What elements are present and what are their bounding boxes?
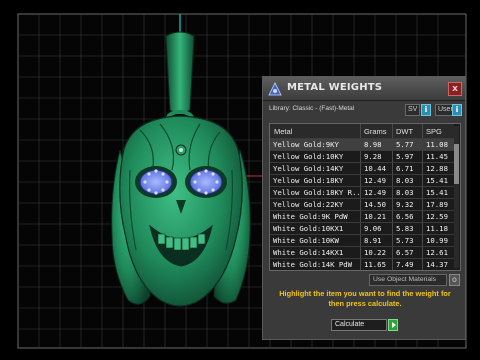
metal-cell: Yellow Gold:18KY R... [273, 188, 359, 197]
grams-cell: 10.44 [364, 164, 386, 173]
use-object-materials-toggle[interactable]: o [449, 274, 460, 286]
sv-toggle[interactable]: i [421, 104, 431, 116]
grams-cell: 12.49 [364, 188, 386, 197]
spg-cell: 12.61 [426, 248, 448, 257]
sv-toggle-label: SV [405, 104, 421, 116]
use-object-materials-label: Use Object Materials [369, 274, 447, 286]
column-header-grams[interactable]: Grams [364, 127, 387, 136]
metal-cell: Yellow Gold:14KY [273, 164, 344, 173]
dwt-cell: 5.97 [396, 152, 414, 161]
table-row[interactable]: Yellow Gold:9KY 8.98 5.77 11.08 [270, 138, 454, 150]
dwt-cell: 5.83 [396, 224, 414, 233]
metal-cell: White Gold:10KX1 [273, 224, 344, 233]
metal-cell: Yellow Gold:22KY [273, 200, 344, 209]
table-row[interactable]: White Gold:10KW 8.91 5.73 10.99 [270, 234, 454, 246]
grams-cell: 9.06 [364, 224, 382, 233]
scrollbar-thumb[interactable] [454, 144, 459, 184]
table-header: Metal Grams DWT SPG [270, 124, 454, 138]
table-row[interactable]: White Gold:14K PdW 11.65 7.49 14.37 [270, 258, 454, 270]
user-toggle[interactable]: i [452, 104, 462, 116]
grams-cell: 9.28 [364, 152, 382, 161]
panel-title-bar[interactable]: METAL WEIGHTS x [263, 77, 465, 101]
spg-cell: 12.59 [426, 212, 448, 221]
table-scrollbar[interactable] [454, 126, 459, 268]
spg-cell: 17.89 [426, 200, 448, 209]
close-button[interactable]: x [448, 82, 462, 96]
dwt-cell: 5.73 [396, 236, 414, 245]
panel-title: METAL WEIGHTS [287, 82, 383, 93]
grams-cell: 12.49 [364, 176, 386, 185]
dwt-cell: 6.71 [396, 164, 414, 173]
spg-cell: 12.88 [426, 164, 448, 173]
spg-cell: 15.41 [426, 176, 448, 185]
spg-cell: 11.18 [426, 224, 448, 233]
table-row[interactable]: White Gold:14KX1 10.22 6.57 12.61 [270, 246, 454, 258]
metal-cell: Yellow Gold:9KY [273, 140, 339, 149]
table-row[interactable]: White Gold:9K PdW 10.21 6.56 12.59 [270, 210, 454, 222]
metal-weights-icon [268, 82, 282, 96]
metal-weights-panel[interactable]: METAL WEIGHTS x Library: Classic - (Fast… [262, 76, 466, 340]
grams-cell: 11.65 [364, 260, 386, 269]
metal-cell: Yellow Gold:18KY [273, 176, 344, 185]
dwt-cell: 9.32 [396, 200, 414, 209]
spg-cell: 11.45 [426, 152, 448, 161]
dwt-cell: 8.03 [396, 188, 414, 197]
library-row: Library: Classic - (Fast)-Metal SV i Use… [269, 104, 462, 118]
spg-cell: 14.37 [426, 260, 448, 269]
instruction-text: Highlight the item you want to find the … [279, 289, 451, 308]
grams-cell: 10.21 [364, 212, 386, 221]
column-header-metal[interactable]: Metal [274, 127, 292, 136]
dwt-cell: 7.49 [396, 260, 414, 269]
table-row[interactable]: Yellow Gold:18KY R... 12.49 8.03 15.41 [270, 186, 454, 198]
column-header-spg[interactable]: SPG [426, 127, 442, 136]
dwt-cell: 6.57 [396, 248, 414, 257]
column-header-dwt[interactable]: DWT [396, 127, 413, 136]
metal-cell: White Gold:14K PdW [273, 260, 353, 269]
table-row[interactable]: Yellow Gold:14KY 10.44 6.71 12.88 [270, 162, 454, 174]
metal-cell: White Gold:10KW [273, 236, 339, 245]
metal-weights-table[interactable]: Metal Grams DWT SPG Yellow Gold:9KY 8.98 5… [269, 123, 461, 271]
calculate-button[interactable] [388, 319, 398, 331]
calculate-dropdown[interactable]: Calculate [331, 319, 387, 331]
metal-cell: White Gold:9K PdW [273, 212, 348, 221]
table-row[interactable]: White Gold:10KX1 9.06 5.83 11.18 [270, 222, 454, 234]
table-row[interactable]: Yellow Gold:22KY 14.50 9.32 17.89 [270, 198, 454, 210]
grams-cell: 14.50 [364, 200, 386, 209]
dwt-cell: 5.77 [396, 140, 414, 149]
metal-cell: Yellow Gold:10KY [273, 152, 344, 161]
library-label: Library: Classic - (Fast)-Metal [269, 105, 355, 112]
grams-cell: 8.98 [364, 140, 382, 149]
metal-cell: White Gold:14KX1 [273, 248, 344, 257]
spg-cell: 10.99 [426, 236, 448, 245]
grams-cell: 10.22 [364, 248, 386, 257]
table-row[interactable]: Yellow Gold:18KY 12.49 8.03 15.41 [270, 174, 454, 186]
dwt-cell: 6.56 [396, 212, 414, 221]
spg-cell: 15.41 [426, 188, 448, 197]
dwt-cell: 8.03 [396, 176, 414, 185]
grams-cell: 8.91 [364, 236, 382, 245]
spg-cell: 11.08 [426, 140, 448, 149]
table-row[interactable]: Yellow Gold:10KY 9.28 5.97 11.45 [270, 150, 454, 162]
